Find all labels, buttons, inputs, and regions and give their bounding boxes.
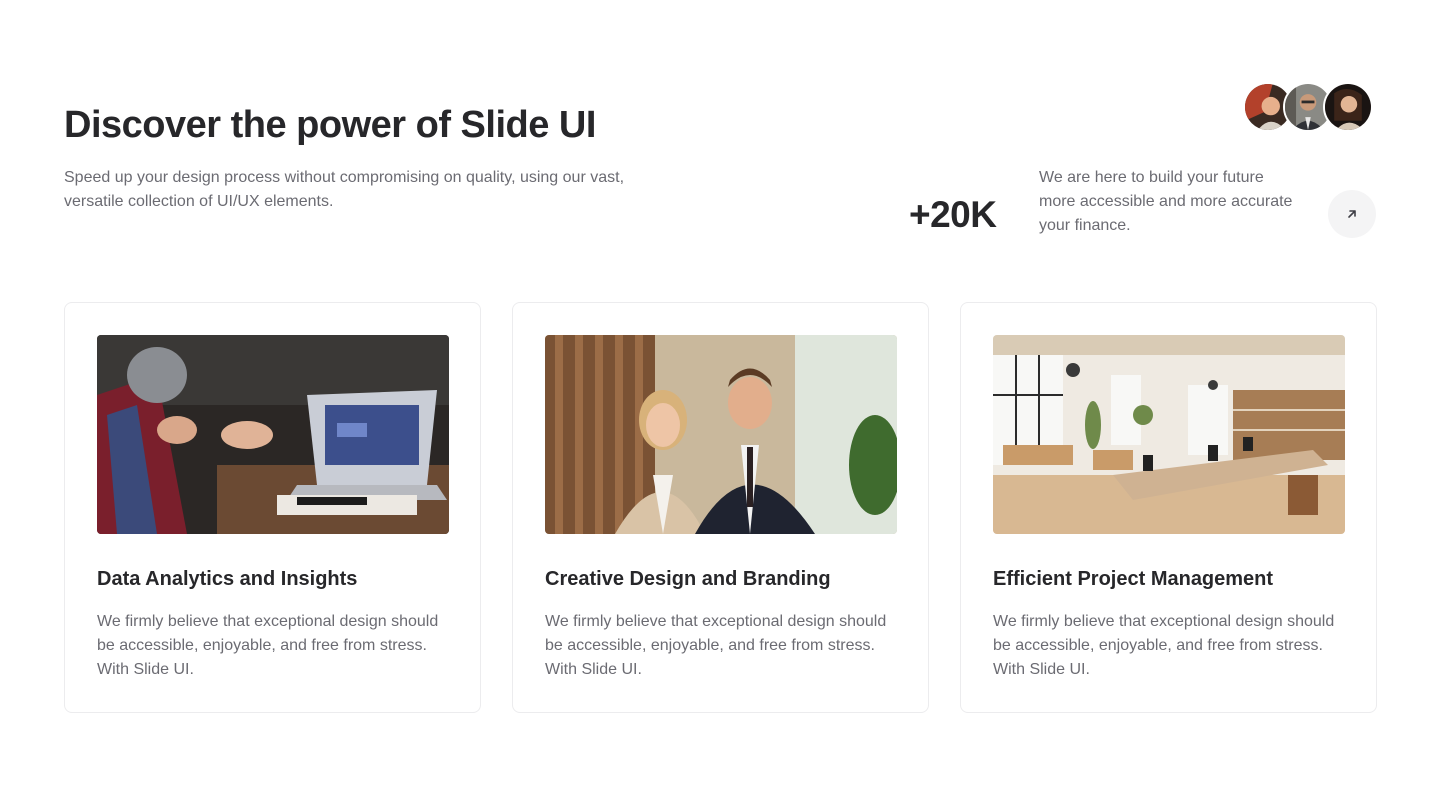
- card-title: Data Analytics and Insights: [97, 568, 358, 590]
- card-text: We firmly believe that exceptional desig…: [545, 613, 887, 678]
- feature-card[interactable]: Data Analytics and Insights We firmly be…: [64, 302, 481, 713]
- arrow-button[interactable]: [1328, 190, 1376, 238]
- page-subtitle: Speed up your design process without com…: [64, 169, 625, 210]
- arrow-up-right-icon: [1348, 210, 1356, 218]
- card-title: Creative Design and Branding: [545, 568, 831, 590]
- card-image: [545, 335, 897, 534]
- card-text: We firmly believe that exceptional desig…: [993, 613, 1335, 678]
- card-text: We firmly believe that exceptional desig…: [97, 613, 439, 678]
- feature-card[interactable]: Creative Design and Branding We firmly b…: [512, 302, 929, 713]
- avatar-group: [1243, 82, 1375, 132]
- card-title: Efficient Project Management: [993, 568, 1274, 590]
- stat-value: +20K: [909, 194, 997, 235]
- avatar: [1323, 82, 1373, 132]
- page-title: Discover the power of Slide UI: [64, 104, 596, 146]
- card-image: [993, 335, 1345, 534]
- feature-card[interactable]: Efficient Project Management We firmly b…: [960, 302, 1377, 713]
- card-image: [97, 335, 449, 534]
- stat-description: We are here to build your future more ac…: [1039, 169, 1293, 234]
